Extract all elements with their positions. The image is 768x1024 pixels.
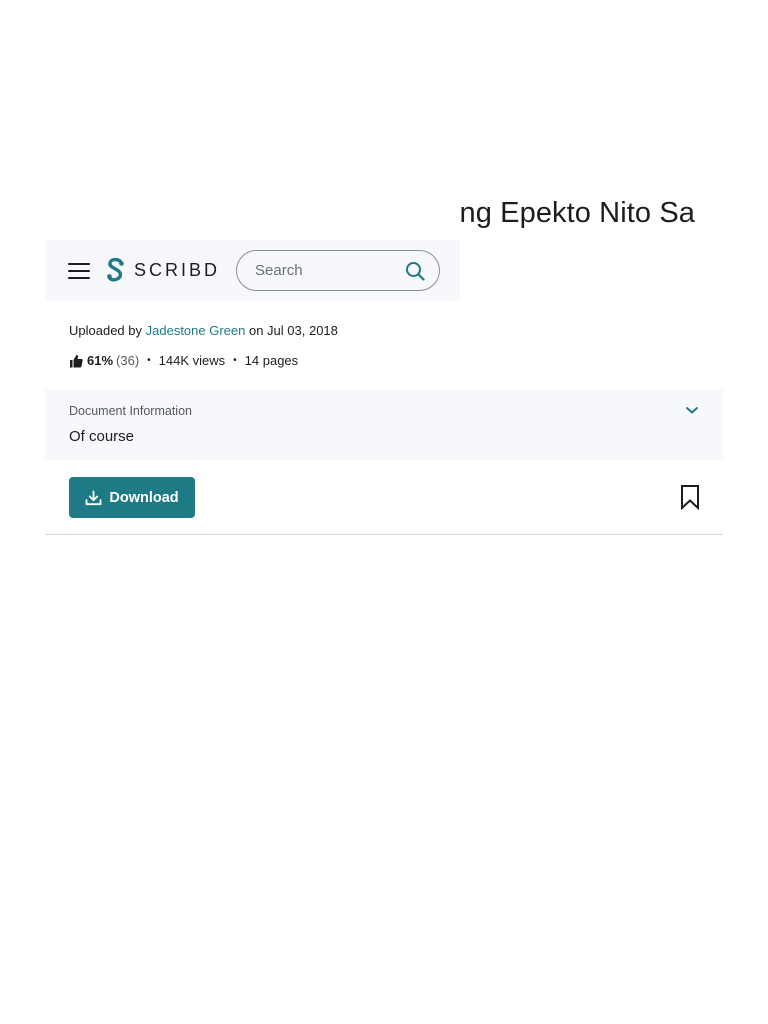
document-information-panel[interactable]: Document Information Of course <box>45 390 723 460</box>
view-count: 144K views <box>158 353 226 368</box>
scribd-logo-icon <box>107 257 124 282</box>
upload-date: on Jul 03, 2018 <box>248 323 338 338</box>
scribd-logo[interactable]: SCRIBD <box>106 256 220 286</box>
section-divider <box>45 534 723 535</box>
thumbs-up-icon[interactable] <box>69 354 83 368</box>
bookmark-icon[interactable] <box>680 484 700 510</box>
search-icon[interactable] <box>405 261 425 281</box>
chevron-down-icon[interactable] <box>685 405 699 415</box>
logo-text: SCRIBD <box>134 260 221 280</box>
document-information-label: Document Information <box>69 404 192 418</box>
top-header: SCRIBD <box>45 240 460 301</box>
hamburger-menu-icon[interactable] <box>68 262 90 279</box>
rating-count: (36) <box>116 353 140 368</box>
document-page: ng Epekto Nito Sa SCRIBD Uploaded by <box>0 0 768 1024</box>
upload-prefix: Uploaded by <box>69 323 142 338</box>
page-count: 14 pages <box>244 353 299 368</box>
separator-dot: • <box>233 355 237 366</box>
download-label: Download <box>109 489 179 506</box>
download-icon <box>85 490 102 505</box>
download-button[interactable]: Download <box>69 477 195 518</box>
rating-percent: 61% <box>87 353 114 368</box>
document-information-value: Of course <box>69 428 135 445</box>
author-link[interactable]: Jadestone Green <box>146 323 246 338</box>
search-box[interactable] <box>236 250 441 291</box>
search-input[interactable] <box>253 261 406 280</box>
document-title: ng Epekto Nito Sa <box>459 197 695 229</box>
upload-info: Uploaded by Jadestone Green on Jul 03, 2… <box>69 323 338 338</box>
separator-dot: • <box>147 355 151 366</box>
document-stats: 61% (36) • 144K views • 14 pages <box>69 353 298 368</box>
